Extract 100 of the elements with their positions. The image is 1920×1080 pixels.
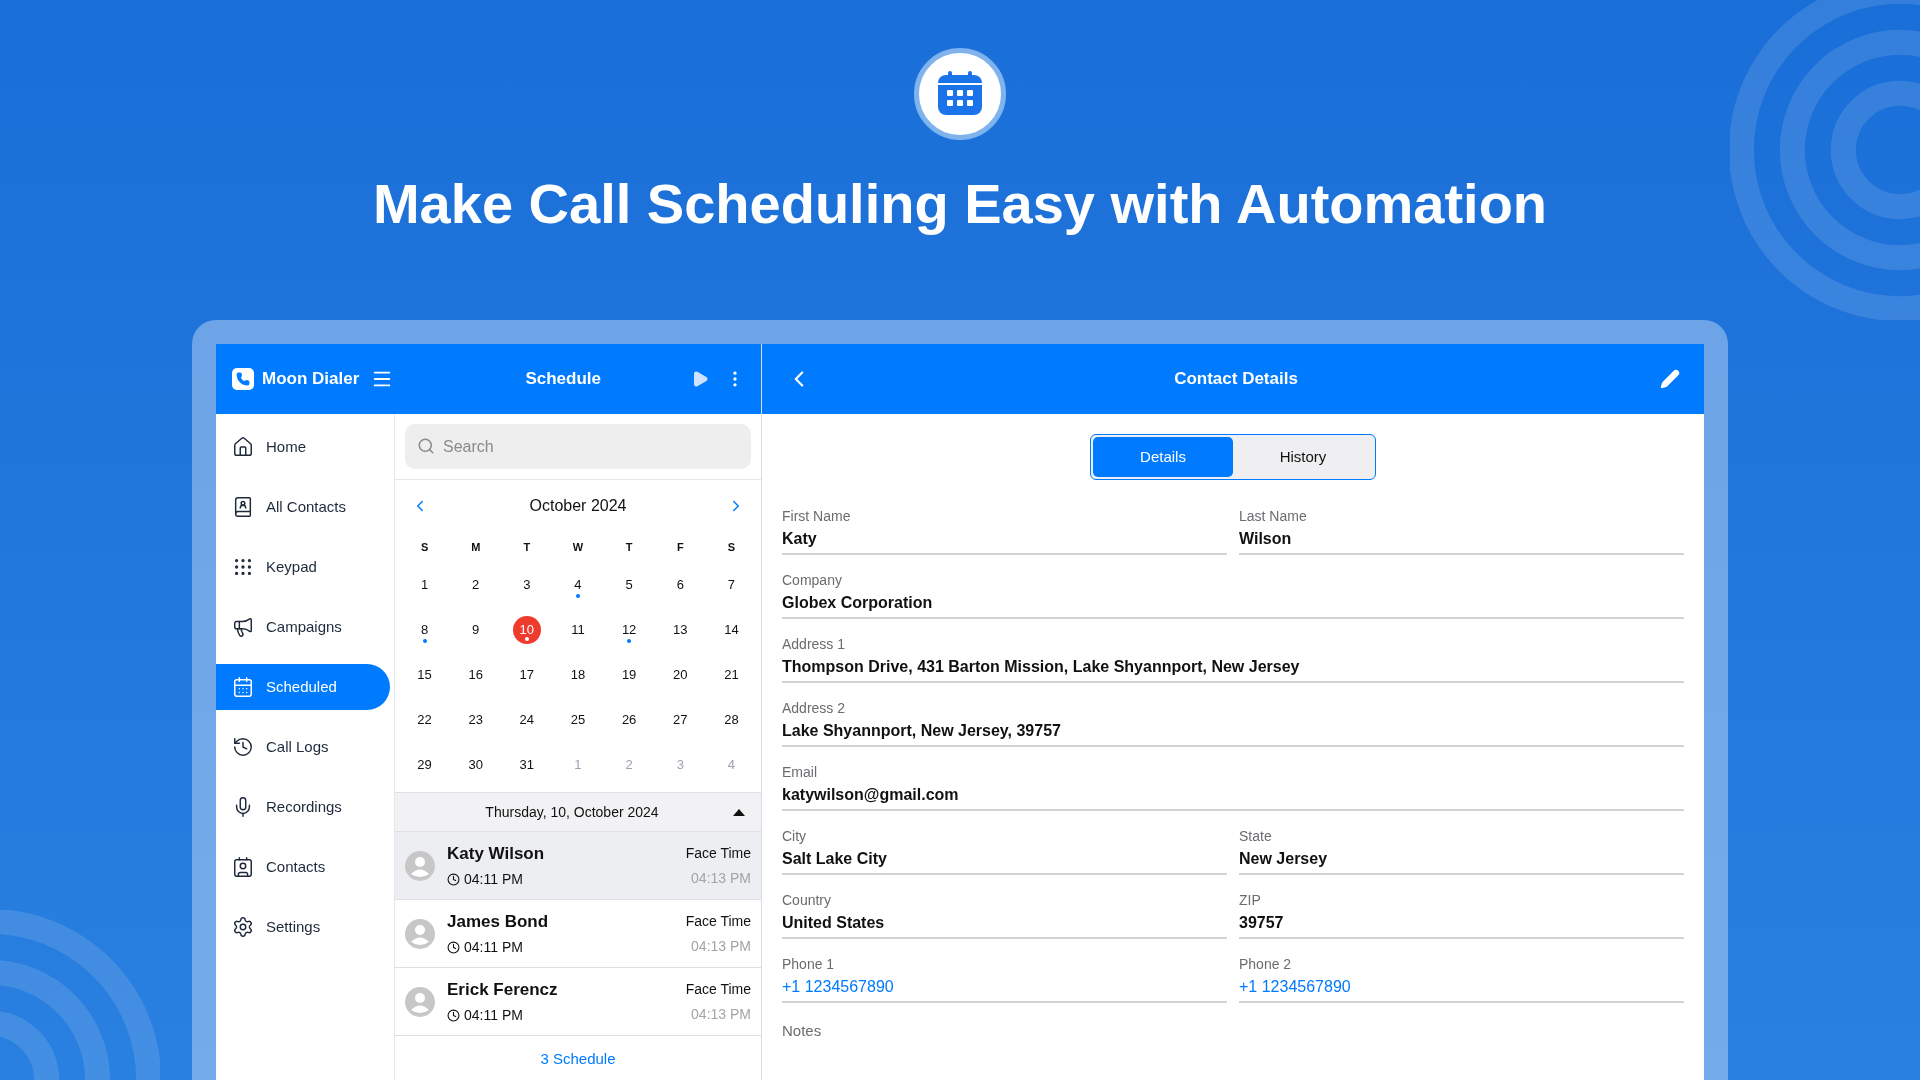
calendar-day[interactable]: 26 (615, 705, 644, 734)
call-type: Face Time (685, 979, 751, 999)
sidebar-item[interactable]: All Contacts (216, 484, 390, 530)
weekday-label: S (419, 539, 430, 555)
call-type: Face Time (685, 843, 751, 863)
search-icon (417, 437, 435, 455)
clock-icon (447, 1008, 460, 1022)
month-title: October 2024 (529, 496, 627, 516)
edit-icon[interactable] (1660, 369, 1680, 389)
calendar-day[interactable]: 22 (410, 705, 439, 734)
sidebar-item[interactable]: Scheduled (216, 664, 390, 710)
sidebar-item[interactable]: Settings (216, 904, 390, 950)
play-icon[interactable] (691, 370, 709, 388)
calendar-day[interactable]: 31 (512, 750, 541, 779)
field-label: Phone 2 (1239, 955, 1293, 974)
search-field[interactable]: Search (405, 424, 751, 469)
caret-icon[interactable] (733, 808, 745, 816)
calendar-day[interactable]: 27 (666, 705, 695, 734)
calendar-day[interactable]: 8 (410, 615, 439, 644)
weekday-label: S (726, 539, 737, 555)
sidebar-item[interactable]: Home (216, 424, 390, 470)
calendar-day[interactable]: 30 (461, 750, 490, 779)
field-value: Salt Lake City (782, 849, 888, 869)
clock-icon (447, 940, 460, 954)
calendar-day[interactable]: 5 (615, 570, 644, 599)
notes-label: Notes (782, 1021, 823, 1041)
contact-name: James Bond (447, 911, 550, 934)
end-time: 04:13 PM (691, 868, 751, 888)
field-value: Thompson Drive, 431 Barton Mission, Lake Shyannport, New Jersey (782, 657, 1301, 677)
calendar-day[interactable]: 19 (615, 660, 644, 689)
settings-icon (232, 916, 254, 938)
sidebar-item[interactable]: Keypad (216, 544, 390, 590)
address-book-icon (232, 496, 254, 518)
calendar-day[interactable]: 29 (410, 750, 439, 779)
calendar-day[interactable]: 18 (564, 660, 592, 689)
field-label: State (1239, 827, 1273, 846)
calendar-day[interactable]: 17 (512, 660, 541, 689)
field-value: katywilson@gmail.com (782, 785, 960, 805)
weekday-label: M (470, 539, 482, 555)
end-time: 04:13 PM (691, 936, 751, 956)
calendar-day[interactable]: 10 (512, 615, 541, 644)
weekday-label: T (624, 539, 634, 555)
weekday-label: T (522, 539, 532, 555)
field-label: Email (782, 763, 818, 782)
sidebar-item[interactable]: Recordings (216, 784, 390, 830)
field-value: Wilson (1239, 529, 1293, 549)
field-value: 39757 (1239, 913, 1285, 933)
calendar-day[interactable]: 15 (410, 660, 439, 689)
calendar-day[interactable]: 9 (461, 615, 490, 644)
field-label: Address 2 (782, 699, 847, 718)
calendar-day[interactable]: 12 (615, 615, 644, 644)
keypad-icon (232, 556, 254, 578)
panel-title: Schedule (525, 368, 601, 391)
app-logo-icon (232, 368, 254, 390)
calendar-day[interactable]: 7 (717, 570, 746, 599)
calendar-day[interactable]: 24 (512, 705, 541, 734)
field-value: Katy (782, 529, 818, 549)
scheduled-time: 04:11 PM (464, 869, 523, 889)
phone-link[interactable]: +1 1234567890 (782, 975, 1227, 999)
contact-name: Erick Ferencz (447, 979, 559, 1002)
field-label: First Name (782, 507, 852, 526)
avatar-icon (405, 986, 435, 1017)
calendar-day[interactable]: 6 (666, 570, 695, 599)
sidebar-item[interactable]: Call Logs (216, 724, 390, 770)
megaphone-icon (232, 616, 254, 638)
history-icon (232, 736, 254, 758)
calendar-day[interactable]: 25 (564, 705, 592, 734)
home-icon (232, 436, 254, 458)
field-label: Address 1 (782, 635, 847, 654)
avatar-icon (405, 850, 435, 881)
calendar-day[interactable]: 28 (717, 705, 746, 734)
scheduled-time: 04:11 PM (464, 937, 523, 957)
sidebar-item[interactable]: Campaigns (216, 604, 390, 650)
calendar-day[interactable]: 13 (666, 615, 695, 644)
calendar-day[interactable]: 16 (461, 660, 490, 689)
schedule-count-link[interactable]: 3 Schedule (540, 1048, 616, 1071)
schedule-item[interactable]: Katy Wilson 04:11 PM Face Time 04:13 PM (395, 832, 761, 900)
calendar-day[interactable]: 1 (410, 570, 439, 599)
weekday-label: F (675, 539, 685, 555)
weekday-label: W (571, 539, 585, 555)
calendar-day[interactable]: 4 (564, 570, 592, 599)
end-time: 04:13 PM (691, 1004, 751, 1024)
calendar-day[interactable]: 11 (564, 615, 592, 644)
calendar-day[interactable]: 2 (461, 570, 490, 599)
tab[interactable]: Details (1093, 437, 1233, 477)
calendar-day[interactable]: 3 (512, 570, 541, 599)
call-type: Face Time (685, 911, 751, 931)
day-header-bar[interactable]: Thursday, 10, October 2024 (395, 792, 761, 832)
calendar-day[interactable]: 20 (666, 660, 695, 689)
phone-link[interactable]: +1 1234567890 (1239, 975, 1684, 999)
day-title: Thursday, 10, October 2024 (484, 802, 660, 822)
avatar-icon (405, 918, 435, 949)
field-label: ZIP (1239, 891, 1262, 910)
sidebar-item[interactable]: Contacts (216, 844, 390, 890)
calendar-day[interactable]: 14 (717, 615, 746, 644)
field-value: Globex Corporation (782, 593, 934, 613)
calendar-day[interactable]: 23 (461, 705, 490, 734)
calendar-day[interactable]: 21 (717, 660, 746, 689)
field-value: United States (782, 913, 886, 933)
scheduled-time: 04:11 PM (464, 1005, 523, 1025)
